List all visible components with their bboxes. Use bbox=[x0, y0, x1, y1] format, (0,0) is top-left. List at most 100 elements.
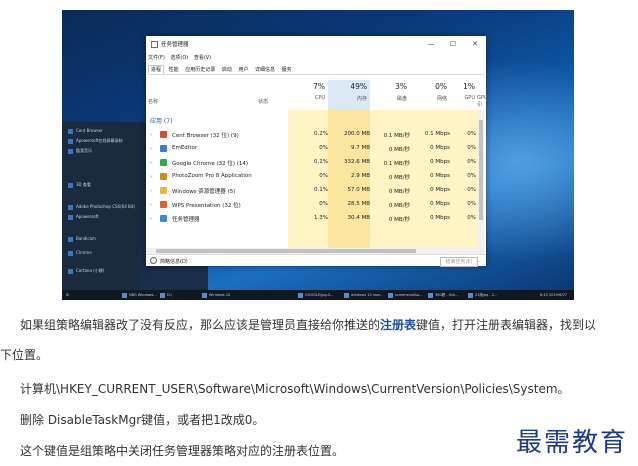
chevron-right-icon[interactable]: › bbox=[150, 146, 152, 152]
process-icon bbox=[160, 201, 167, 208]
scroll-thumb[interactable] bbox=[156, 249, 416, 253]
scroll-thumb[interactable] bbox=[479, 120, 483, 220]
tab-app-history[interactable]: 应用历史记录 bbox=[183, 66, 217, 73]
process-cpu: 0% bbox=[319, 201, 328, 207]
task-manager-window: 任务管理器 — ☐ ✕ 文件(F) 选项(O) 查看(V) 进程 性能 应用历史… bbox=[146, 36, 486, 267]
process-mem: 200.0 MB bbox=[343, 131, 370, 137]
vertical-scrollbar[interactable] bbox=[478, 110, 484, 254]
app-icon bbox=[68, 236, 73, 242]
tab-details[interactable]: 详细信息 bbox=[253, 66, 277, 73]
process-row[interactable]: › PhotoZoom Pro 8 Application 0% 2.9 MB 0 MB… bbox=[146, 170, 486, 184]
process-mem: 9.7 MB bbox=[350, 145, 370, 151]
group-apps[interactable]: 应用 (7) bbox=[150, 116, 172, 125]
chevron-right-icon[interactable]: › bbox=[150, 174, 152, 180]
start-menu-item[interactable]: Bandicam bbox=[68, 236, 96, 242]
window-title: 任务管理器 bbox=[161, 42, 189, 48]
app-icon bbox=[68, 214, 73, 220]
app-icon bbox=[122, 292, 127, 298]
tab-users[interactable]: 用户 bbox=[236, 66, 250, 73]
taskbar-item[interactable]: NBG Windows... bbox=[122, 292, 157, 298]
taskbar-item[interactable]: windows 10 user... bbox=[344, 292, 383, 298]
menu-options[interactable]: 选项(O) bbox=[170, 55, 188, 61]
screenshot-image: Cent Browser Apowersoft在线屏幕录制 酷我音乐 3D 查看… bbox=[62, 10, 574, 300]
column-name[interactable]: 名称 bbox=[148, 98, 158, 105]
folder-icon bbox=[160, 292, 165, 298]
app-icon bbox=[344, 292, 349, 298]
start-menu-item[interactable]: Apowersoft bbox=[68, 214, 99, 220]
app-icon bbox=[68, 204, 73, 210]
process-mem: 30.4 MB bbox=[347, 215, 370, 221]
taskbar-item[interactable]: 360看 - Snk... bbox=[428, 292, 458, 298]
tab-services[interactable]: 服务 bbox=[280, 66, 294, 73]
menu-view[interactable]: 查看(V) bbox=[194, 55, 211, 61]
minimize-button[interactable]: — bbox=[426, 39, 436, 49]
taskbar-item[interactable]: Windows 10 bbox=[202, 292, 230, 298]
maximize-button[interactable]: ☐ bbox=[448, 39, 458, 49]
chevron-up-icon[interactable]: ˄ bbox=[150, 257, 157, 264]
menu-bar: 文件(F) 选项(O) 查看(V) bbox=[148, 54, 215, 61]
process-name: PhotoZoom Pro 8 Application bbox=[172, 173, 252, 179]
taskbar-item[interactable]: D:\ bbox=[160, 292, 172, 298]
process-name: Cent Browser (32 位) (9) bbox=[172, 133, 239, 139]
chevron-right-icon[interactable]: › bbox=[150, 160, 152, 166]
start-menu-item[interactable]: Adobe Photoshop CS6(64 Bit) bbox=[68, 204, 135, 210]
app-icon bbox=[68, 250, 73, 256]
start-menu-item[interactable]: Apowersoft在线屏幕录制 bbox=[68, 138, 123, 144]
taskbar-item[interactable]: screenshot&p... bbox=[388, 292, 422, 298]
process-gpu: 0% bbox=[467, 187, 476, 193]
brief-info-button[interactable]: 简略信息(D) bbox=[160, 258, 188, 265]
column-network[interactable]: 0% 网络 bbox=[410, 80, 450, 110]
process-icon bbox=[160, 145, 167, 152]
close-button[interactable]: ✕ bbox=[470, 39, 480, 49]
process-row[interactable]: › Google Chrome (32 位) (14) 0.1% 332.6 MB 0.… bbox=[146, 156, 486, 170]
windows-start-icon[interactable]: ⊞ bbox=[66, 292, 69, 298]
tab-processes[interactable]: 进程 bbox=[148, 65, 165, 74]
process-row[interactable]: › Cent Browser (32 位) (9) 0.2% 200.0 MB 0.1 … bbox=[146, 128, 486, 142]
process-gpu: 0% bbox=[467, 159, 476, 165]
start-menu-item[interactable]: Cent Browser bbox=[68, 128, 103, 134]
column-status[interactable]: 状态 bbox=[258, 98, 268, 105]
column-cpu[interactable]: 7% CPU bbox=[288, 80, 328, 110]
app-icon bbox=[68, 182, 73, 188]
bottom-bar: ˄ 简略信息(D) 结束任务(E) bbox=[146, 254, 486, 267]
column-disk[interactable]: 3% 磁盘 bbox=[370, 80, 410, 110]
taskbar-item[interactable]: 21版jpg - 2... bbox=[468, 292, 497, 298]
column-gpu[interactable]: 1% GPU bbox=[450, 80, 478, 110]
app-icon bbox=[468, 292, 473, 298]
chevron-right-icon[interactable]: › bbox=[150, 216, 152, 222]
end-task-button[interactable]: 结束任务(E) bbox=[440, 257, 478, 267]
process-row[interactable]: › Windows 资源管理器 (5) 0.1% 57.0 MB 0 MB/秒 0 Mbp… bbox=[146, 184, 486, 198]
column-gpu-engine[interactable]: GPU 引 bbox=[476, 80, 486, 110]
process-gpu: 0% bbox=[467, 215, 476, 221]
taskbar-item[interactable]: GOOGLE/jpg-S... bbox=[298, 292, 334, 298]
process-disk: 0 MB/秒 bbox=[388, 189, 410, 195]
process-name: EmEditor bbox=[172, 145, 198, 151]
app-icon bbox=[68, 138, 73, 144]
process-row[interactable]: › 任务管理器 1.3% 30.4 MB 0 MB/秒 0 Mbps 0% bbox=[146, 212, 486, 226]
process-gpu: 0% bbox=[467, 145, 476, 151]
process-name: WPS Presentation (32 位) bbox=[172, 203, 241, 209]
process-gpu: 0% bbox=[467, 201, 476, 207]
chevron-right-icon[interactable]: › bbox=[150, 188, 152, 194]
start-menu-item[interactable]: Cortana (小娜) bbox=[68, 268, 104, 274]
process-row[interactable]: › WPS Presentation (32 位) 0% 28.5 MB 0 MB/秒 0… bbox=[146, 198, 486, 212]
menu-file[interactable]: 文件(F) bbox=[148, 55, 165, 61]
process-name: 任务管理器 bbox=[172, 217, 200, 223]
process-name: Google Chrome (32 位) (14) bbox=[172, 161, 249, 167]
tab-performance[interactable]: 性能 bbox=[167, 66, 181, 73]
column-memory[interactable]: 49% 内存 bbox=[328, 80, 370, 110]
start-menu-item[interactable]: 酷我音乐 bbox=[68, 148, 92, 154]
chevron-right-icon[interactable]: › bbox=[150, 132, 152, 138]
start-menu-item[interactable]: 3D 查看 bbox=[68, 182, 91, 188]
start-menu-item[interactable]: Chrome bbox=[68, 250, 92, 256]
process-disk: 0.1 MB/秒 bbox=[383, 133, 410, 139]
chevron-right-icon[interactable]: › bbox=[150, 202, 152, 208]
process-cpu: 0% bbox=[319, 173, 328, 179]
process-disk: 0 MB/秒 bbox=[388, 203, 410, 209]
clock[interactable]: 8:43 2019/6/27 bbox=[540, 292, 567, 298]
process-cpu: 1.3% bbox=[314, 215, 328, 221]
tab-startup[interactable]: 启动 bbox=[220, 66, 234, 73]
process-row[interactable]: › EmEditor 0% 9.7 MB 0 MB/秒 0 Mbps 0% bbox=[146, 142, 486, 156]
registry-link[interactable]: 注册表 bbox=[380, 318, 416, 332]
process-icon bbox=[160, 159, 167, 166]
